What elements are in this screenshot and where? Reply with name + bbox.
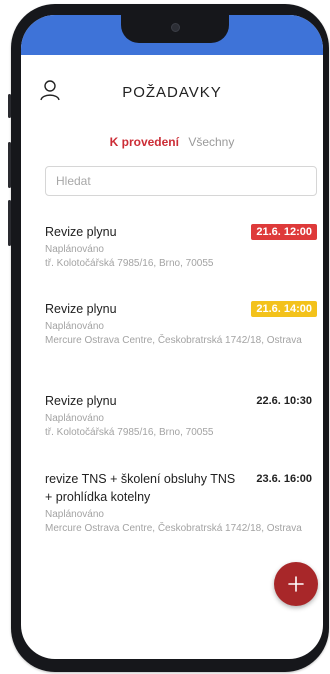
app-screen: POŽADAVKY K provedení Všechny Revize ply… — [21, 15, 323, 659]
date-badge: 21.6. 14:00 — [251, 301, 317, 317]
request-status: Naplánováno — [45, 509, 104, 520]
add-request-button[interactable] — [274, 562, 318, 606]
tab-k-provedeni[interactable]: K provedení — [110, 135, 179, 149]
request-address: tř. Kolotočářská 7985/16, Brno, 70055 — [45, 427, 214, 438]
tab-bar: K provedení Všechny — [21, 135, 323, 149]
request-address: tř. Kolotočářská 7985/16, Brno, 70055 — [45, 258, 214, 269]
plus-icon — [288, 576, 304, 592]
request-title: Revize plynu — [45, 302, 117, 316]
volume-up-button — [8, 142, 11, 188]
date-badge: 21.6. 12:00 — [251, 224, 317, 240]
request-title: Revize plynu — [45, 225, 117, 239]
request-status: Naplánováno — [45, 244, 104, 255]
request-item-4[interactable]: revize TNS + školení obsluhy TNS + prohl… — [45, 470, 321, 536]
tab-vsechny[interactable]: Všechny — [188, 135, 234, 149]
request-status: Naplánováno — [45, 321, 104, 332]
request-title: revize TNS + školení obsluhy TNS + prohl… — [45, 472, 236, 504]
mute-switch — [8, 94, 11, 118]
request-item-3[interactable]: Revize plynu 22.6. 10:30 Naplánováno tř.… — [45, 392, 321, 440]
date-badge: 23.6. 16:00 — [251, 471, 317, 487]
app-header: POŽADAVKY — [21, 63, 323, 113]
notch — [121, 15, 229, 43]
request-address: Mercure Ostrava Centre, Českobratrská 17… — [45, 335, 302, 346]
page-title: POŽADAVKY — [122, 84, 222, 101]
camera-icon — [171, 23, 180, 32]
volume-down-button — [8, 200, 11, 246]
request-item-2[interactable]: Revize plynu 21.6. 14:00 Naplánováno Mer… — [45, 300, 321, 348]
request-address: Mercure Ostrava Centre, Českobratrská 17… — [45, 523, 302, 534]
request-title: Revize plynu — [45, 394, 117, 408]
date-badge: 22.6. 10:30 — [251, 393, 317, 409]
search-input[interactable] — [45, 166, 317, 196]
request-item-1[interactable]: Revize plynu 21.6. 12:00 Naplánováno tř.… — [45, 223, 321, 271]
request-status: Naplánováno — [45, 413, 104, 424]
